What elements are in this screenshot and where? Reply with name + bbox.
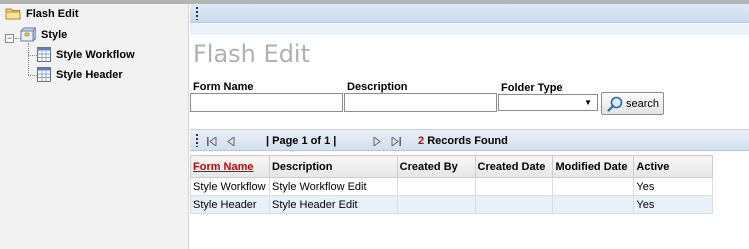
folder-type-label: Folder Type <box>501 82 563 94</box>
description-input[interactable] <box>344 93 497 112</box>
cell-active[interactable]: Yes <box>633 177 713 196</box>
column-header-form-name[interactable]: Form Name <box>190 155 270 178</box>
page-indicator: | Page 1 of 1 | <box>266 135 337 147</box>
cell-created-date[interactable] <box>474 177 554 196</box>
tree-node-label: Style <box>41 28 68 41</box>
table-row[interactable]: Style Header Style Header Edit Yes <box>190 195 713 214</box>
cell-description[interactable]: Style Header Edit <box>268 195 398 214</box>
column-header-created-by[interactable]: Created By <box>396 155 476 178</box>
search-button[interactable]: search <box>601 92 664 115</box>
form-name-input[interactable] <box>190 93 343 112</box>
column-header-active[interactable]: Active <box>633 155 713 178</box>
folder-icon <box>5 8 21 20</box>
toolbar-subbar <box>190 24 749 35</box>
grid-header-row: Form Name Description Created By Created… <box>190 155 713 178</box>
cell-created-by[interactable] <box>396 195 476 214</box>
tree-connector <box>28 75 37 76</box>
table-row[interactable]: Style Workflow Style Workflow Edit Yes <box>190 177 713 196</box>
tree-expander[interactable]: − <box>5 34 14 43</box>
tree-node-label: Style Header <box>56 68 123 81</box>
tree-node-style[interactable]: Style <box>20 27 67 42</box>
first-page-icon[interactable] <box>207 137 217 146</box>
pager-grip[interactable] <box>196 134 198 147</box>
top-toolbar <box>190 4 749 23</box>
records-found: 2 Records Found <box>418 135 508 147</box>
results-grid: Form Name Description Created By Created… <box>190 155 713 214</box>
last-page-icon[interactable] <box>391 137 401 146</box>
cell-description[interactable]: Style Workflow Edit <box>268 177 398 196</box>
dropdown-arrow-icon: ▼ <box>584 98 592 107</box>
tree-node-flash-edit[interactable]: Flash Edit <box>5 7 79 20</box>
cell-form-name[interactable]: Style Header <box>190 195 270 214</box>
folder-type-select[interactable]: ▼ <box>498 94 598 111</box>
page-title: Flash Edit <box>193 40 310 68</box>
cell-form-name[interactable]: Style Workflow <box>190 177 270 196</box>
cell-created-date[interactable] <box>474 195 554 214</box>
next-page-icon[interactable] <box>373 137 381 146</box>
toolbar-grip[interactable] <box>196 7 198 20</box>
main-panel: Flash Edit Form Name Description Folder … <box>190 4 749 249</box>
form-name-label: Form Name <box>193 81 254 93</box>
tree-node-style-workflow[interactable]: Style Workflow <box>37 47 135 62</box>
cell-active[interactable]: Yes <box>633 195 713 214</box>
description-label: Description <box>347 81 408 93</box>
records-text: Records Found <box>427 135 508 147</box>
grid-doc-icon <box>37 67 51 82</box>
tree-node-label: Flash Edit <box>26 7 79 20</box>
tree-connector <box>28 43 29 75</box>
prev-page-icon[interactable] <box>227 137 235 146</box>
navigation-tree: Flash Edit − Style Style Workflow Style … <box>0 4 189 249</box>
cell-modified-date[interactable] <box>552 195 635 214</box>
cell-modified-date[interactable] <box>552 177 635 196</box>
records-count: 2 <box>418 135 425 147</box>
column-header-description[interactable]: Description <box>268 155 398 178</box>
magnifier-icon <box>607 96 623 112</box>
package-icon <box>20 27 36 42</box>
tree-node-style-header[interactable]: Style Header <box>37 67 123 82</box>
tree-connector <box>28 55 37 56</box>
cell-created-by[interactable] <box>396 177 476 196</box>
column-header-created-date[interactable]: Created Date <box>474 155 554 178</box>
tree-node-label: Style Workflow <box>56 48 135 61</box>
grid-doc-icon <box>37 47 51 62</box>
search-button-label: search <box>626 97 660 110</box>
pager-bar: | Page 1 of 1 | 2 Records Found <box>190 129 749 151</box>
column-header-modified-date[interactable]: Modified Date <box>552 155 635 178</box>
